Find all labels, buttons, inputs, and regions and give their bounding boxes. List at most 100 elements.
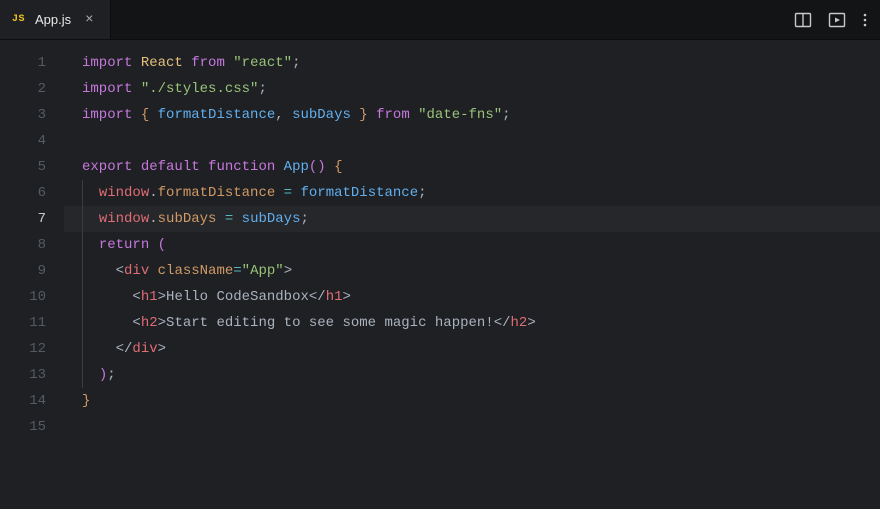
code-line[interactable]: ); — [64, 362, 880, 388]
token-prop: formatDistance — [158, 185, 276, 201]
code-line[interactable]: return ( — [64, 232, 880, 258]
code-line[interactable]: window.subDays = subDays; — [64, 206, 880, 232]
token-id: window — [99, 185, 149, 201]
code-line[interactable] — [64, 128, 880, 154]
code-area[interactable]: import React from "react";import "./styl… — [64, 40, 880, 509]
code-line[interactable]: } — [64, 388, 880, 414]
line-number: 4 — [0, 128, 64, 154]
tab-app-js[interactable]: JS App.js × — [0, 0, 111, 39]
token-tag: </ — [494, 315, 511, 331]
code-line[interactable]: import { formatDistance, subDays } from … — [64, 102, 880, 128]
code-line[interactable]: </div> — [64, 336, 880, 362]
token-pun: ; — [258, 81, 266, 97]
token-id: h1 — [141, 289, 158, 305]
close-tab-button[interactable]: × — [81, 11, 97, 29]
code-line[interactable]: window.formatDistance = formatDistance; — [64, 180, 880, 206]
line-number: 11 — [0, 310, 64, 336]
tab-filename: App.js — [35, 12, 71, 27]
tab-bar: JS App.js × — [0, 0, 880, 40]
code-line[interactable]: <div className="App"> — [64, 258, 880, 284]
token-tag: > — [158, 289, 166, 305]
token-fn: formatDistance — [300, 185, 418, 201]
code-line[interactable]: <h1>Hello CodeSandbox</h1> — [64, 284, 880, 310]
line-number: 8 — [0, 232, 64, 258]
code-line[interactable]: import "./styles.css"; — [64, 76, 880, 102]
token-pun — [132, 107, 140, 123]
token-kw: from — [376, 107, 410, 123]
indent-guide — [82, 310, 83, 336]
token-pun — [149, 237, 157, 253]
token-pun — [132, 81, 140, 97]
token-pun: ; — [300, 211, 308, 227]
token-txt: Hello CodeSandbox — [166, 289, 309, 305]
token-pun: , — [275, 107, 292, 123]
indent — [82, 367, 99, 383]
token-id: window — [99, 211, 149, 227]
token-pun — [326, 159, 334, 175]
indent-guide — [82, 258, 83, 284]
token-pun — [183, 55, 191, 71]
token-pun — [368, 107, 376, 123]
token-brk: } — [82, 393, 90, 409]
token-fn: App — [284, 159, 309, 175]
token-brk: } — [351, 107, 368, 123]
token-pun: ; — [292, 55, 300, 71]
token-tag: </ — [309, 289, 326, 305]
indent-guide — [82, 232, 83, 258]
code-editor[interactable]: 123456789101112131415 import React from … — [0, 40, 880, 509]
more-icon[interactable] — [862, 11, 868, 29]
token-prop: className — [158, 263, 234, 279]
token-tag: > — [343, 289, 351, 305]
token-pun — [410, 107, 418, 123]
token-prop: subDays — [158, 211, 217, 227]
indent — [82, 185, 99, 201]
token-fn: formatDistance — [158, 107, 276, 123]
line-number-gutter: 123456789101112131415 — [0, 40, 64, 509]
token-tag: > — [527, 315, 535, 331]
line-number: 15 — [0, 414, 64, 440]
token-tag: < — [132, 289, 140, 305]
token-par: ) — [99, 367, 107, 383]
token-pun: ; — [502, 107, 510, 123]
indent-guide — [82, 362, 83, 388]
javascript-file-icon: JS — [12, 14, 25, 25]
token-pun — [225, 55, 233, 71]
token-tag: > — [158, 315, 166, 331]
token-pun — [275, 185, 283, 201]
preview-icon[interactable] — [828, 11, 846, 29]
token-tag: < — [116, 263, 124, 279]
token-brk: { — [334, 159, 342, 175]
token-pun — [132, 55, 140, 71]
editor-toolbar — [782, 0, 880, 39]
line-number: 14 — [0, 388, 64, 414]
token-op: = — [225, 211, 233, 227]
token-tag: </ — [116, 341, 133, 357]
code-line[interactable]: <h2>Start editing to see some magic happ… — [64, 310, 880, 336]
token-fn: subDays — [242, 211, 301, 227]
token-op: = — [284, 185, 292, 201]
token-kw: import — [82, 55, 132, 71]
line-number: 5 — [0, 154, 64, 180]
token-str: "react" — [233, 55, 292, 71]
token-kw: import — [82, 107, 132, 123]
token-id: div — [124, 263, 149, 279]
token-id: h1 — [326, 289, 343, 305]
token-str: "App" — [242, 263, 284, 279]
token-kw: return — [99, 237, 149, 253]
code-line[interactable]: import React from "react"; — [64, 50, 880, 76]
token-pun: . — [149, 211, 157, 227]
token-par: ( — [158, 237, 166, 253]
line-number: 10 — [0, 284, 64, 310]
split-editor-icon[interactable] — [794, 11, 812, 29]
indent — [82, 315, 132, 331]
code-line[interactable]: export default function App() { — [64, 154, 880, 180]
line-number: 12 — [0, 336, 64, 362]
code-line[interactable] — [64, 414, 880, 440]
line-number: 9 — [0, 258, 64, 284]
indent-guide — [82, 180, 83, 206]
token-str: "./styles.css" — [141, 81, 259, 97]
token-kw: import — [82, 81, 132, 97]
indent — [82, 237, 99, 253]
line-number: 1 — [0, 50, 64, 76]
indent-guide — [82, 336, 83, 362]
